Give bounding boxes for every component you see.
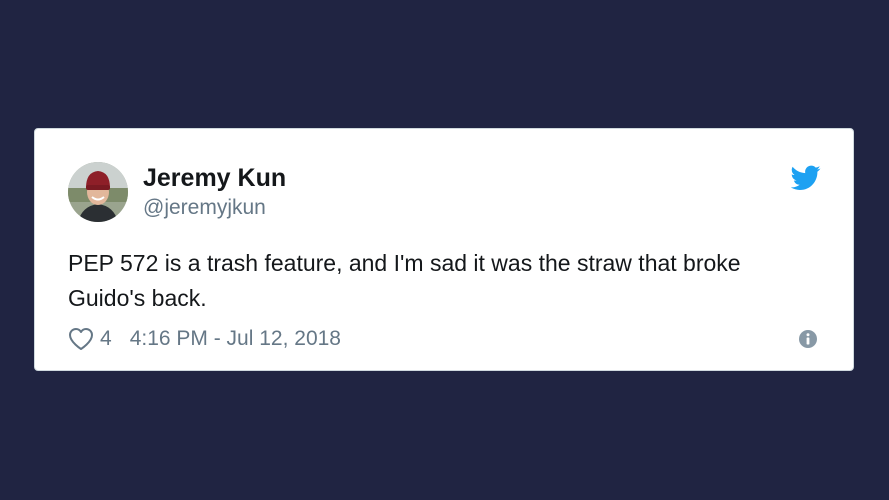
tweet-footer: 4 4:16 PM - Jul 12, 2018	[68, 326, 341, 352]
like-count[interactable]: 4	[100, 327, 112, 351]
heart-icon[interactable]	[68, 327, 94, 351]
twitter-bird-icon[interactable]	[790, 165, 821, 191]
avatar-image	[68, 162, 128, 222]
tweet-text: PEP 572 is a trash feature, and I'm sad …	[68, 250, 741, 311]
author-handle[interactable]: @jeremyjkun	[143, 195, 266, 221]
avatar[interactable]	[68, 162, 128, 222]
tweet-timestamp[interactable]: 4:16 PM - Jul 12, 2018	[130, 327, 341, 351]
info-icon[interactable]	[798, 329, 818, 349]
author-display-name[interactable]: Jeremy Kun	[143, 163, 286, 193]
tweet-card: Jeremy Kun @jeremyjkun PEP 572 is a tras…	[34, 128, 854, 371]
